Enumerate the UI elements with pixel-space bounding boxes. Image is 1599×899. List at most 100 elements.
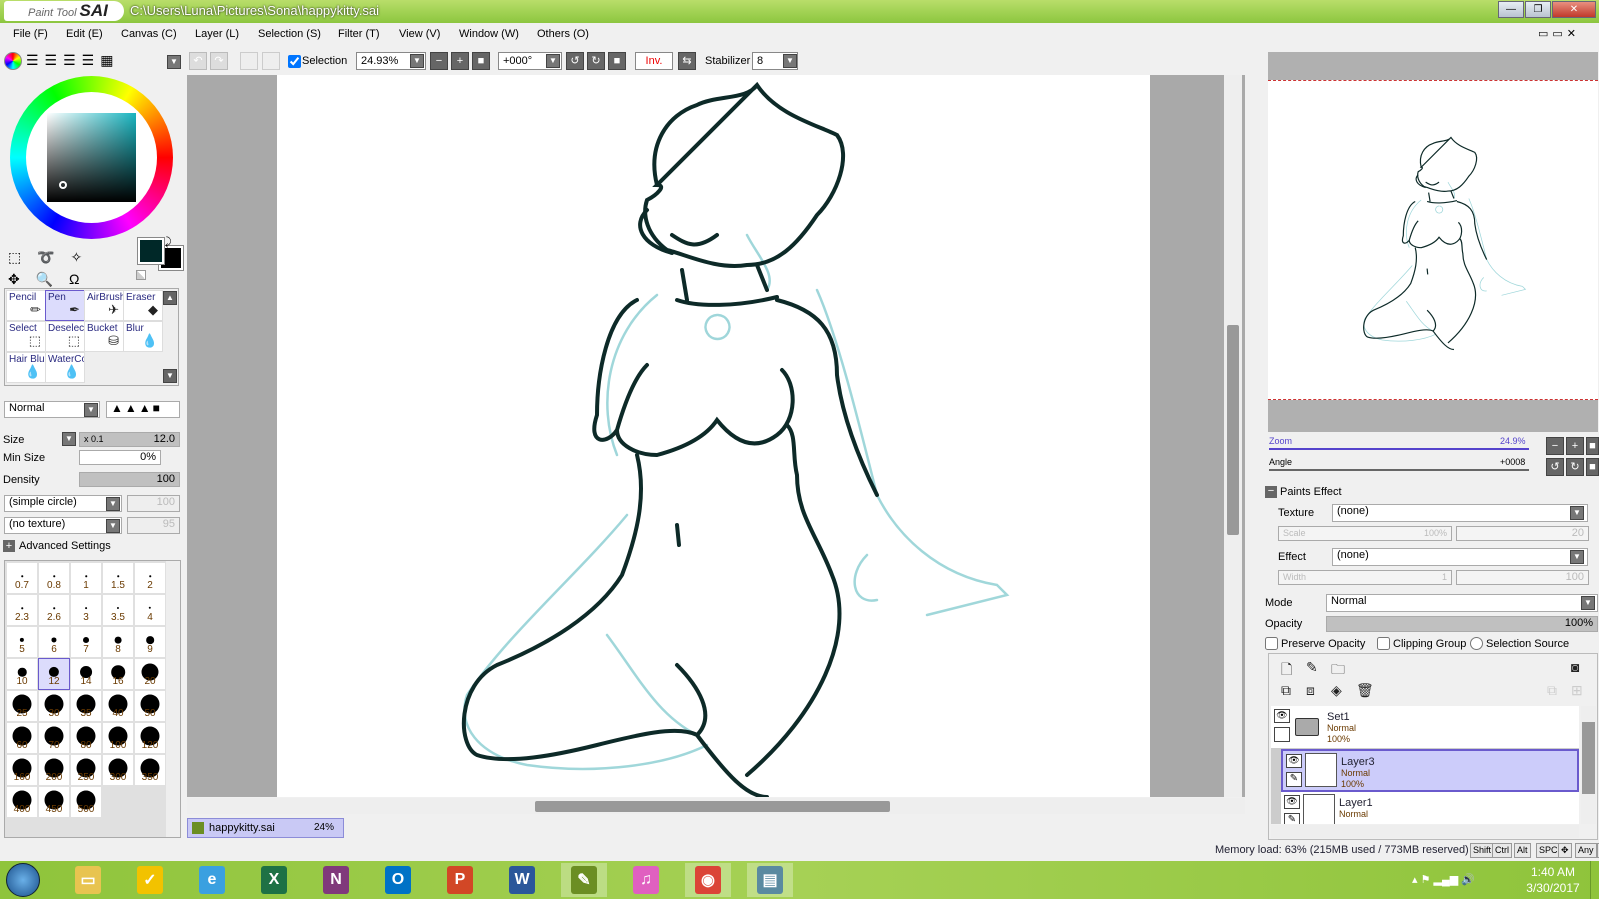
brush-size-3.5[interactable]: 3.5 [102, 594, 134, 626]
menu-edit[interactable]: Edit (E) [66, 28, 103, 40]
brush-size-1[interactable]: 1 [70, 562, 102, 594]
delete-layer-icon[interactable]: 🗑 [1356, 682, 1374, 699]
brush-size-450[interactable]: 450 [38, 786, 70, 818]
tool-pen[interactable]: Pen ✒ [45, 290, 85, 321]
nav-angle-slider[interactable] [1269, 469, 1529, 471]
scale-slider[interactable]: Scale 100% [1278, 526, 1452, 541]
taskbar-norton[interactable]: ✓ [127, 863, 173, 897]
flip-button[interactable]: ⇆ [678, 52, 696, 70]
brush-size-12[interactable]: 12 [38, 658, 70, 690]
tray-icons[interactable]: ▴ ⚑ ▂▄▆ 🔊 [1412, 873, 1475, 886]
brush-shape-presets[interactable]: ▲▲▲■ [106, 401, 180, 418]
visibility-eye-icon[interactable]: 👁 [1284, 795, 1300, 809]
nav-zoom-reset[interactable]: ■ [1586, 437, 1599, 455]
layer-item-layer3[interactable]: 👁 ✎ Layer3 Normal 100% [1281, 749, 1579, 792]
brush-size-0.8[interactable]: 0.8 [38, 562, 70, 594]
brush-size-250[interactable]: 250 [70, 754, 102, 786]
start-button[interactable] [6, 863, 40, 897]
taskbar-explorer[interactable]: ▭ [65, 863, 111, 897]
menu-file[interactable]: File (F) [13, 28, 48, 40]
document-tab[interactable]: happykitty.sai 24% [187, 818, 344, 838]
color-panel-buttons[interactable]: ☰☰☰☰▦ [26, 52, 119, 69]
layer-mask-icon[interactable]: ◙ [1571, 659, 1579, 675]
horizontal-scrollbar-thumb[interactable] [535, 801, 890, 812]
brush-size-500[interactable]: 500 [70, 786, 102, 818]
layer-horizontal-scrollbar[interactable] [1271, 825, 1579, 838]
brush-size-25[interactable]: 25 [6, 690, 38, 722]
scale-strength[interactable]: 20 [1456, 526, 1589, 541]
brush-size-40[interactable]: 40 [102, 690, 134, 722]
brush-size-200[interactable]: 200 [38, 754, 70, 786]
brush-size-9[interactable]: 9 [134, 626, 166, 658]
brush-size-4[interactable]: 4 [134, 594, 166, 626]
brush-size-20[interactable]: 20 [134, 658, 166, 690]
menu-selection[interactable]: Selection (S) [258, 28, 321, 40]
layer-mode-arrow[interactable]: ▼ [1581, 596, 1595, 610]
new-linework-layer-icon[interactable]: ✎ [1306, 659, 1318, 676]
nav-zoom-out[interactable]: − [1546, 437, 1564, 455]
tool-pencil[interactable]: Pencil ✏ [6, 290, 46, 321]
tool-airbrush[interactable]: AirBrush ✈ [84, 290, 124, 321]
show-desktop-button[interactable] [1590, 861, 1599, 899]
tool-eraser[interactable]: Eraser ◆ [123, 290, 163, 321]
angle-dropdown-arrow[interactable]: ▼ [546, 54, 560, 68]
tool-scroll-down[interactable]: ▼ [163, 369, 177, 383]
undo-button[interactable]: ↶ [189, 52, 207, 70]
rotate-right-button[interactable]: ↻ [587, 52, 605, 70]
menu-filter[interactable]: Filter (T) [338, 28, 380, 40]
menu-canvas[interactable]: Canvas (C) [121, 28, 177, 40]
tool-watercolor[interactable]: WaterColor💧 [45, 352, 85, 383]
transparent-color-button[interactable] [136, 270, 146, 280]
brush-size-3[interactable]: 3 [70, 594, 102, 626]
taskbar-outlook[interactable]: O [375, 863, 421, 897]
brush-size-14[interactable]: 14 [70, 658, 102, 690]
minimize-button[interactable]: — [1498, 1, 1524, 18]
canvas-page[interactable] [277, 75, 1150, 797]
clock-date[interactable]: 3/30/2017 [1515, 881, 1591, 895]
tool-hair-blur[interactable]: Hair Blur 💧 [6, 352, 46, 383]
advanced-settings-toggle[interactable]: Advanced Settings [19, 540, 111, 552]
brush-size-50[interactable]: 50 [134, 690, 166, 722]
tool-deselect[interactable]: Deselect ⬚ [45, 321, 85, 352]
brush-texture-strength[interactable]: 95 [127, 517, 180, 534]
panel-menu-dropdown[interactable]: ▼ [167, 55, 181, 69]
vertical-scrollbar[interactable] [1224, 75, 1242, 797]
vertical-scrollbar-thumb[interactable] [1227, 325, 1239, 535]
rotate-reset-button[interactable]: ■ [608, 52, 626, 70]
nav-zoom-in[interactable]: + [1566, 437, 1584, 455]
clipping-group-checkbox[interactable] [1377, 637, 1390, 650]
mdi-window-controls[interactable]: ▭▭✕ [1538, 27, 1580, 40]
zoom-dropdown-arrow[interactable]: ▼ [410, 54, 424, 68]
brush-size-5[interactable]: 5 [6, 626, 38, 658]
zoom-out-button[interactable]: − [430, 52, 448, 70]
texture-select[interactable]: (none) [1332, 504, 1588, 522]
brush-shape-strength[interactable]: 100 [127, 495, 180, 512]
menu-layer[interactable]: Layer (L) [195, 28, 239, 40]
transfer-down-icon[interactable]: ⧉ [1281, 682, 1291, 699]
tool-select[interactable]: Select ⬚ [6, 321, 46, 352]
nav-rotate-reset[interactable]: ■ [1586, 458, 1599, 476]
menu-view[interactable]: View (V) [399, 28, 440, 40]
layer-item-set1[interactable]: 👁 Set1 Normal 100% [1271, 706, 1579, 749]
zoom-reset-button[interactable]: ■ [472, 52, 490, 70]
maximize-button[interactable]: ❐ [1525, 1, 1551, 18]
taskbar-onenote[interactable]: N [313, 863, 359, 897]
brush-size-2[interactable]: 2 [134, 562, 166, 594]
horizontal-scrollbar[interactable] [187, 798, 1245, 814]
deselect-button[interactable] [240, 52, 258, 70]
color-wheel[interactable] [10, 76, 173, 239]
canvas-viewport[interactable] [187, 75, 1245, 797]
size-multiplier-dropdown[interactable]: ▼ [62, 432, 76, 446]
taskbar-chrome[interactable]: ◉ [685, 863, 731, 897]
blend-mode-arrow[interactable]: ▼ [84, 403, 98, 417]
tool-blur[interactable]: Blur 💧 [123, 321, 163, 352]
menu-window[interactable]: Window (W) [459, 28, 519, 40]
close-button[interactable]: ✕ [1552, 1, 1596, 18]
rotate-left-button[interactable]: ↺ [566, 52, 584, 70]
brush-size-1.5[interactable]: 1.5 [102, 562, 134, 594]
brush-size-70[interactable]: 70 [38, 722, 70, 754]
brush-texture-select[interactable]: (no texture) [4, 517, 122, 534]
layer-opacity-slider[interactable]: 100% [1326, 616, 1598, 632]
taskbar-word[interactable]: W [499, 863, 545, 897]
brush-size-80[interactable]: 80 [70, 722, 102, 754]
